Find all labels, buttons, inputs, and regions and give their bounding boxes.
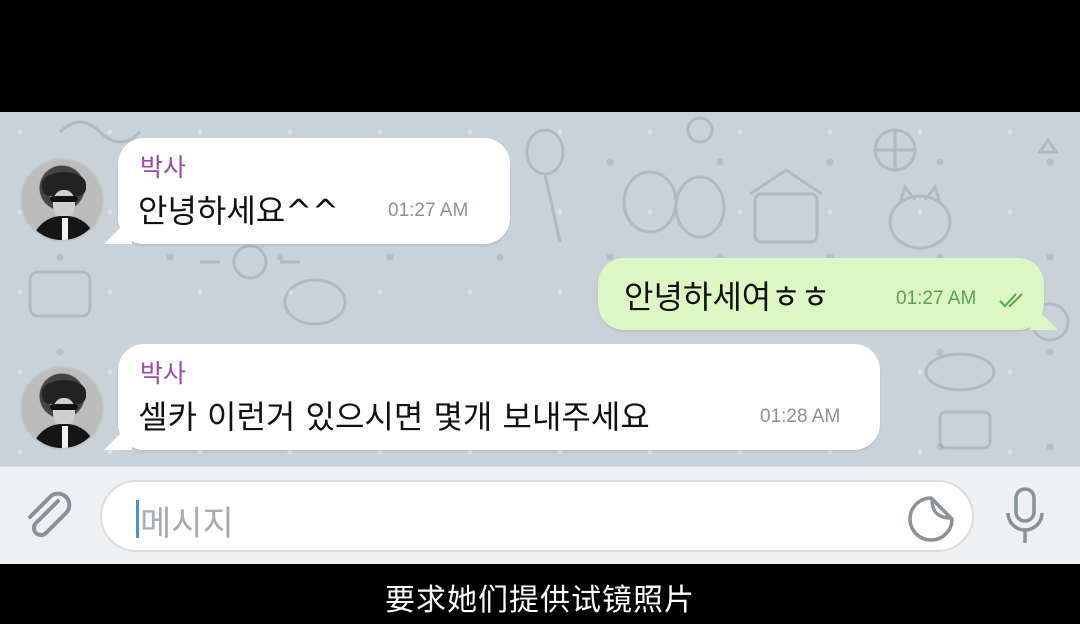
contact-avatar[interactable]	[20, 366, 104, 450]
incoming-message-bubble[interactable]: 박사 셀카 이런거 있으시면 몇개 보내주세요 01:28 AM	[118, 344, 880, 450]
sticker-icon[interactable]	[906, 494, 956, 544]
chat-history[interactable]: 박사 안녕하세요^^ 01:27 AM 안녕하세여ㅎㅎ 01:27 AM 박사 …	[0, 112, 1080, 466]
sender-name[interactable]: 박사	[140, 148, 186, 184]
message-time: 01:27 AM	[388, 200, 469, 221]
message-input-placeholder: 메시지	[140, 504, 234, 544]
microphone-icon[interactable]	[1000, 485, 1050, 547]
message-time: 01:28 AM	[760, 406, 841, 427]
text-caret	[136, 500, 139, 538]
paperclip-icon[interactable]	[20, 487, 76, 543]
video-subtitle: 要求她们提供试镜照片	[385, 583, 695, 618]
letterbox-top	[0, 0, 1080, 112]
message-composer: 메시지	[0, 466, 1080, 564]
read-receipt-icon	[999, 293, 1023, 308]
message-input[interactable]: 메시지	[100, 480, 974, 552]
outgoing-message-bubble[interactable]: 안녕하세여ㅎㅎ 01:27 AM	[598, 258, 1044, 330]
message-text: 셀카 이런거 있으시면 몇개 보내주세요	[138, 398, 650, 436]
message-text: 안녕하세요^^	[138, 192, 339, 230]
incoming-message-bubble[interactable]: 박사 안녕하세요^^ 01:27 AM	[118, 138, 510, 244]
message-time: 01:27 AM	[896, 288, 977, 309]
contact-avatar[interactable]	[20, 158, 104, 242]
sender-name[interactable]: 박사	[140, 354, 186, 390]
message-text: 안녕하세여ㅎㅎ	[624, 278, 831, 316]
